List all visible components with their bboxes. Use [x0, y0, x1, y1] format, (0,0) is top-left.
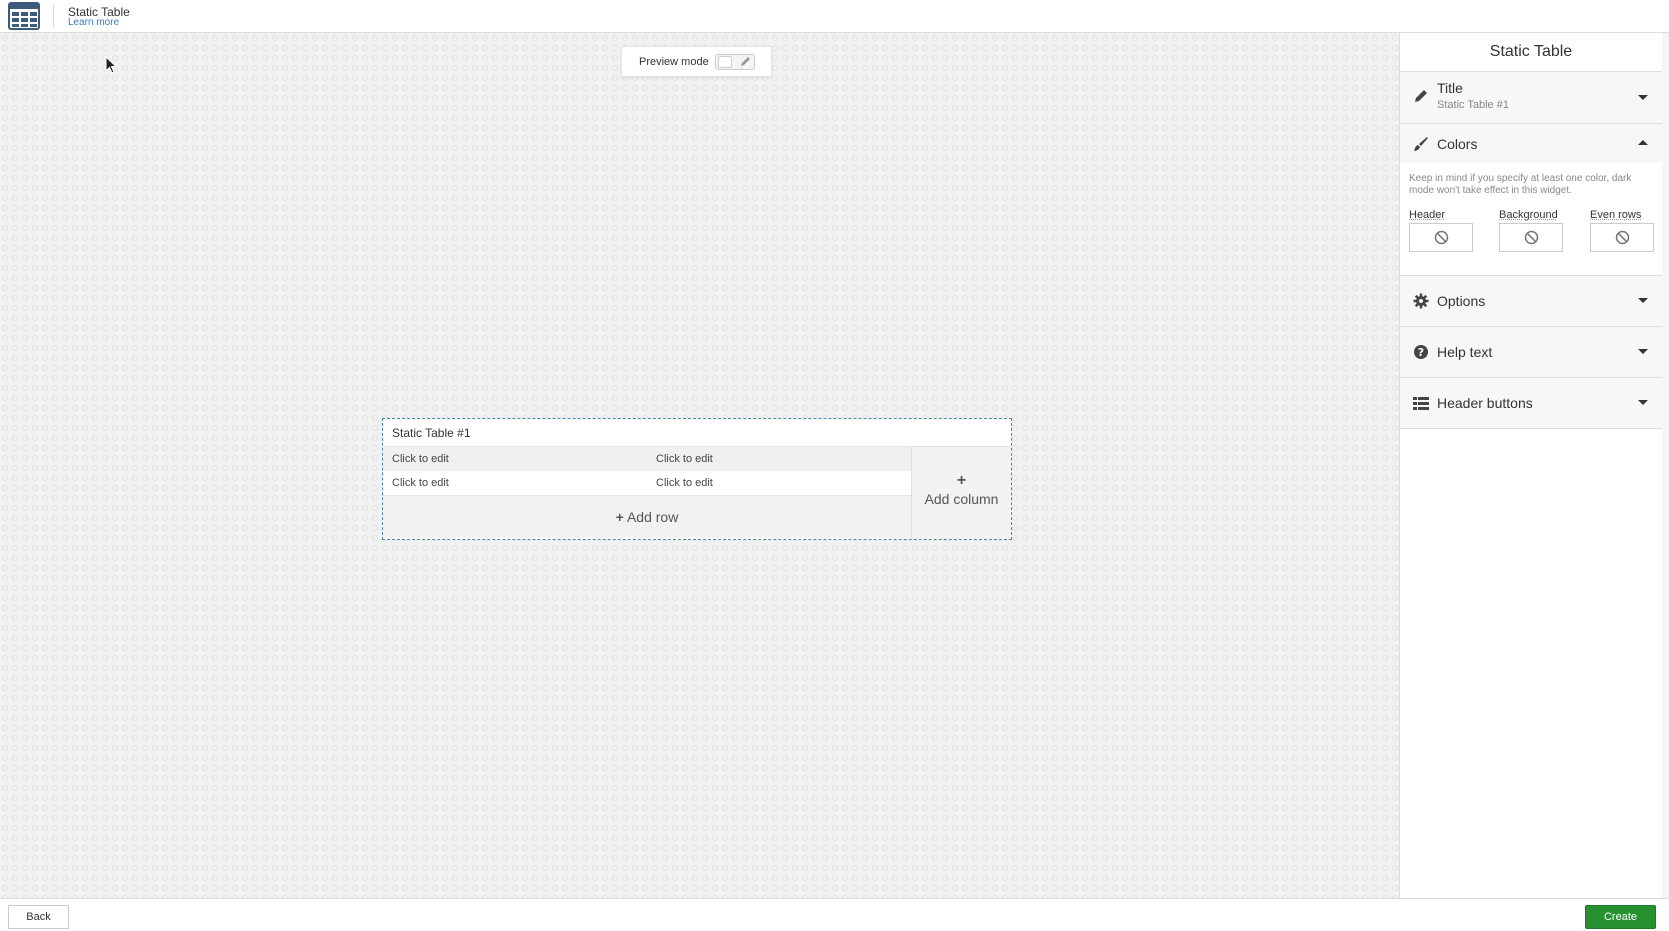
pencil-icon — [1415, 90, 1427, 102]
section-header-buttons[interactable]: Header buttons — [1400, 378, 1662, 428]
table-grid-icon — [8, 2, 40, 30]
colors-panel: Keep in mind if you specify at least one… — [1400, 163, 1662, 275]
chevron-down-icon — [1638, 298, 1648, 303]
learn-more-link[interactable]: Learn more — [68, 17, 119, 28]
ban-icon — [1434, 230, 1449, 245]
list-icon — [1413, 397, 1429, 410]
table-cell[interactable]: Click to edit — [656, 477, 713, 489]
bottom-bar: Back Create — [0, 898, 1669, 931]
chevron-up-icon — [1638, 140, 1648, 145]
section-options-label: Options — [1437, 293, 1486, 309]
create-button[interactable]: Create — [1585, 905, 1656, 929]
preview-mode-label: Preview mode — [639, 56, 709, 68]
static-table-widget[interactable]: Static Table #1 Click to edit Click to e… — [382, 418, 1012, 540]
chevron-down-icon — [1638, 349, 1648, 354]
table-cell[interactable]: Click to edit — [656, 453, 713, 465]
back-button[interactable]: Back — [8, 905, 69, 929]
mouse-cursor-icon — [105, 56, 118, 74]
colors-note: Keep in mind if you specify at least one… — [1409, 173, 1632, 196]
table-row: Click to edit Click to edit — [383, 471, 911, 495]
sidebar-scrollbar[interactable] — [1662, 33, 1669, 898]
ban-icon — [1615, 230, 1630, 245]
table-cell[interactable]: Click to edit — [392, 453, 449, 465]
section-help-text[interactable]: ? Help text — [1400, 327, 1662, 377]
question-circle-icon: ? — [1414, 345, 1428, 359]
table-row: Click to edit Click to edit — [383, 447, 911, 471]
header-color-picker[interactable] — [1409, 223, 1473, 252]
settings-sidebar: Static Table Title Static Table #1 Color… — [1399, 33, 1662, 898]
even-rows-color-picker[interactable] — [1590, 223, 1654, 252]
preview-mode-control: Preview mode — [621, 46, 772, 77]
header-divider — [53, 5, 54, 27]
chevron-down-icon — [1638, 95, 1648, 100]
editor-canvas: Preview mode Static Table #1 Click to ed… — [0, 33, 1399, 898]
section-colors[interactable]: Colors — [1400, 124, 1662, 163]
add-row-content: + Add row — [383, 509, 911, 525]
add-column-button[interactable]: + Add column — [911, 447, 1011, 539]
chevron-down-icon — [1638, 400, 1648, 405]
add-row-label: Add row — [626, 509, 679, 525]
add-column-label: Add column — [924, 491, 999, 507]
section-title-value: Static Table #1 — [1437, 99, 1509, 111]
paintbrush-icon — [1414, 137, 1428, 151]
plus-icon: + — [615, 509, 624, 525]
pencil-icon — [741, 57, 750, 66]
section-title-label: Title — [1437, 80, 1463, 96]
section-options[interactable]: Options — [1400, 276, 1662, 326]
section-header-buttons-label: Header buttons — [1437, 395, 1533, 411]
color-label-even-rows: Even rows — [1590, 209, 1642, 221]
ban-icon — [1524, 230, 1539, 245]
widget-title: Static Table #1 — [392, 426, 471, 440]
sidebar-title: Static Table — [1489, 43, 1573, 60]
svg-text:?: ? — [1418, 346, 1424, 359]
add-row-button[interactable]: + Add row — [383, 495, 911, 538]
toggle-knob — [718, 56, 732, 68]
table-body: Click to edit Click to edit Click to edi… — [383, 447, 911, 539]
plus-icon: + — [956, 472, 967, 489]
divider — [1400, 428, 1662, 429]
table-cell[interactable]: Click to edit — [392, 477, 449, 489]
section-colors-label: Colors — [1437, 136, 1478, 152]
section-help-text-label: Help text — [1437, 344, 1493, 360]
gear-icon — [1413, 293, 1429, 309]
color-label-background: Background — [1499, 209, 1558, 221]
top-bar: Static Table Learn more — [0, 0, 1669, 33]
color-label-header: Header — [1409, 209, 1446, 221]
section-title[interactable]: Title Static Table #1 — [1400, 72, 1662, 123]
background-color-picker[interactable] — [1499, 223, 1563, 252]
preview-mode-toggle[interactable] — [715, 54, 755, 70]
